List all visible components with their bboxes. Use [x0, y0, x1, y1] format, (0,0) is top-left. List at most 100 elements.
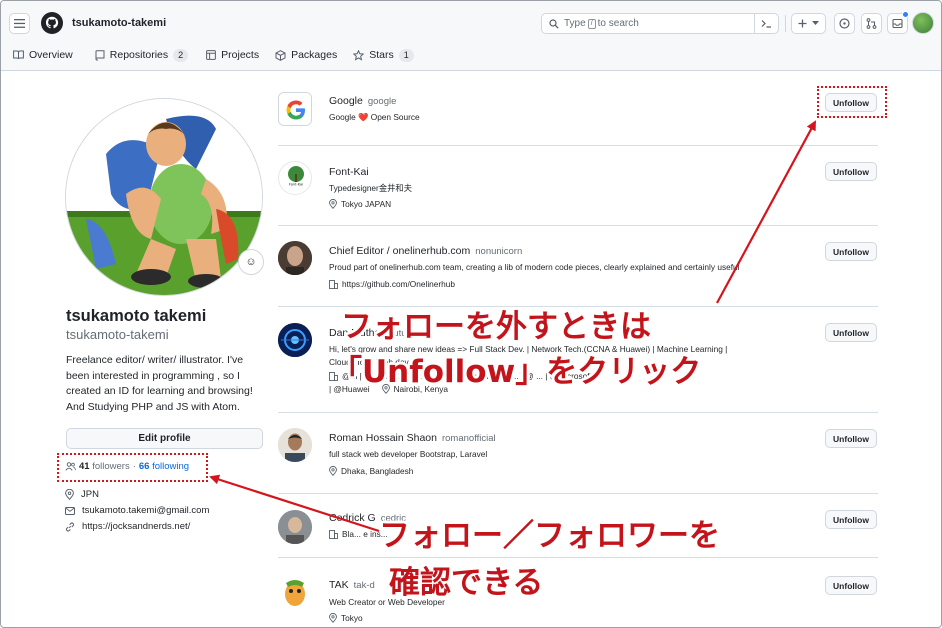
github-logo-icon[interactable]	[41, 12, 63, 34]
person-photo-icon	[278, 510, 312, 544]
location-icon	[329, 199, 337, 209]
table-icon	[206, 50, 217, 60]
search-shortcut-key: /	[587, 18, 596, 29]
user-name: Google	[329, 95, 363, 107]
pull-requests-button[interactable]	[861, 13, 882, 34]
user-name: Font-Kai	[329, 166, 369, 178]
user-bio: full stack web developer Bootstrap, Lara…	[329, 449, 488, 459]
location-text: Tokyo JAPAN	[341, 199, 392, 209]
set-status-button[interactable]: ☺	[238, 249, 264, 275]
user-name: Chief Editor / onelinerhub.com	[329, 245, 471, 257]
unfollow-button[interactable]: Unfollow	[825, 510, 877, 529]
user-login: nonunicorn	[475, 246, 523, 257]
user-avatar[interactable]: Font-Kai	[278, 161, 312, 195]
location-text: Dhaka, Bangladesh	[341, 466, 414, 476]
person-photo-icon	[278, 241, 312, 275]
header-username[interactable]: tsukamoto-takemi	[72, 17, 166, 29]
location-text: JPN	[81, 489, 99, 500]
search-input[interactable]: Type / to search	[541, 13, 779, 34]
hamburger-icon	[14, 19, 25, 28]
menu-button[interactable]	[9, 13, 30, 34]
svg-text:Font-Kai: Font-Kai	[289, 183, 303, 187]
unfollow-button[interactable]: Unfollow	[825, 242, 877, 261]
organization-icon	[329, 529, 338, 539]
callout-follow-line-2: 確認できる	[389, 565, 544, 601]
tab-stars[interactable]: Stars 1	[345, 45, 422, 65]
user-location: Tokyo	[329, 613, 363, 623]
user-login: romanofficial	[441, 433, 496, 444]
user-name-link[interactable]: Chief Editor / onelinerhub.com nonunicorn	[329, 245, 522, 257]
terminal-icon	[761, 20, 771, 28]
tab-repositories-label: Repositories	[109, 49, 169, 61]
inbox-icon	[892, 18, 903, 29]
profile-name: tsukamoto takemi	[66, 307, 207, 325]
user-name-link[interactable]: Roman Hossain Shaon romanofficial	[329, 432, 496, 444]
follow-stats-highlight-box	[57, 453, 208, 482]
stars-count-badge: 1	[398, 48, 414, 62]
unfollow-button[interactable]: Unfollow	[825, 323, 877, 342]
fontkai-logo-icon: Font-Kai	[286, 166, 306, 187]
google-logo-icon	[279, 93, 311, 125]
package-icon	[275, 49, 286, 61]
link-icon	[65, 522, 75, 531]
location-icon	[65, 489, 74, 500]
location-icon	[329, 466, 337, 476]
user-login: google	[367, 96, 397, 107]
tab-stars-label: Stars	[369, 49, 394, 61]
unfollow-button[interactable]: Unfollow	[825, 576, 877, 595]
user-avatar[interactable]	[278, 323, 312, 357]
top-header: tsukamoto-takemi Type / to search Overvi…	[1, 1, 941, 71]
user-name: Roman Hossain Shaon	[329, 432, 437, 444]
avatar-illustration	[66, 99, 262, 295]
notification-dot	[902, 11, 909, 18]
location-icon	[329, 613, 337, 623]
user-name-link[interactable]: Font-Kai	[329, 166, 369, 178]
callout-unfollow-line-1: フォローを外すときは	[341, 309, 651, 345]
user-avatar[interactable]	[278, 575, 312, 609]
tab-overview[interactable]: Overview	[1, 45, 81, 65]
issue-opened-icon	[839, 18, 850, 29]
profile-website: https://jocksandnerds.net/	[65, 521, 190, 532]
website-link[interactable]: https://jocksandnerds.net/	[82, 521, 190, 532]
search-placeholder-post: to search	[597, 18, 639, 29]
issues-button[interactable]	[834, 13, 855, 34]
book-icon	[13, 50, 24, 60]
blog-link[interactable]: https://github.com/Onelinerhub	[342, 279, 455, 289]
tab-repositories[interactable]: Repositories 2	[81, 45, 196, 65]
user-name-link[interactable]: Google google	[329, 95, 396, 107]
profile-avatar[interactable]	[65, 98, 263, 296]
create-new-button[interactable]	[791, 13, 826, 34]
list-item: TAK tak-d Web Creator or Web Developer To…	[278, 558, 878, 627]
edit-profile-button[interactable]: Edit profile	[66, 428, 263, 449]
tab-packages[interactable]: Packages	[267, 45, 345, 65]
command-palette-button[interactable]	[754, 14, 778, 33]
header-divider	[785, 15, 786, 32]
bio-part-2: Open Source	[370, 112, 420, 122]
email-link[interactable]: tsukamoto.takemi@gmail.com	[82, 505, 209, 516]
abstract-avatar-icon	[278, 323, 312, 357]
unfollow-highlight-box	[817, 86, 887, 118]
user-location: Tokyo JAPAN	[329, 199, 391, 209]
list-item: Roman Hossain Shaon romanofficial full st…	[278, 413, 878, 494]
callout-follow-line-1: フォロー／フォロワーを	[379, 518, 720, 554]
location-text: Tokyo	[341, 613, 363, 623]
org-avatar[interactable]	[278, 92, 312, 126]
user-avatar[interactable]	[278, 428, 312, 462]
user-avatar[interactable]	[278, 241, 312, 275]
user-name-link[interactable]: TAK tak-d	[329, 579, 375, 591]
user-login: tak-d	[353, 580, 375, 591]
profile-location: JPN	[65, 489, 99, 500]
list-item: Font-Kai Font-Kai Typedesigner金井和夫 Tokyo…	[278, 146, 878, 226]
unfollow-button[interactable]: Unfollow	[825, 429, 877, 448]
user-avatar-menu[interactable]	[912, 12, 934, 34]
list-item: Chief Editor / onelinerhub.com nonunicorn…	[278, 226, 878, 307]
browser-frame: tsukamoto-takemi Type / to search Overvi…	[0, 0, 942, 628]
user-blog: https://github.com/Onelinerhub	[329, 279, 455, 289]
smiley-icon: ☺	[245, 256, 257, 268]
profile-tabs: Overview Repositories 2 Projects Package…	[1, 45, 422, 71]
unfollow-button[interactable]: Unfollow	[825, 162, 877, 181]
heart-icon: ❤️	[358, 112, 369, 122]
user-avatar[interactable]	[278, 510, 312, 544]
repositories-count-badge: 2	[173, 48, 189, 62]
tab-projects[interactable]: Projects	[196, 45, 267, 65]
